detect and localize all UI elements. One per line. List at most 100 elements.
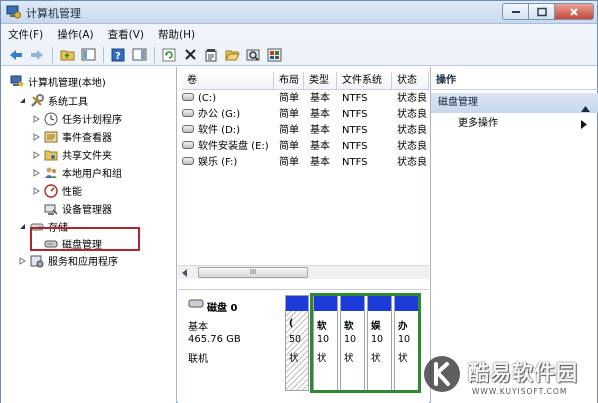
computer-management-window: 计算机管理 文件(F) 操作(A) 查看(V) 帮助(H) ? 计算机管理(本地…	[0, 0, 598, 403]
status-cell: 状态良	[397, 109, 427, 120]
expand-arrow-icon[interactable]	[32, 114, 41, 123]
collapse-arrow-icon[interactable]	[18, 222, 27, 231]
filesystem-cell: NTFS	[342, 125, 368, 136]
watermark-logo: 酷易软件园 WWW.KUYISOFT.COM	[420, 353, 595, 403]
shared-folder-icon	[44, 148, 58, 162]
toolbar-divider	[154, 46, 155, 63]
show-hide-tree-icon[interactable]	[79, 46, 97, 64]
layout-cell: 简单	[279, 141, 299, 152]
more-actions-item[interactable]: 更多操作	[458, 117, 498, 131]
partition-size: 50	[289, 334, 302, 345]
title-bar: 计算机管理	[1, 1, 597, 24]
menu-file[interactable]: 文件(F)	[8, 27, 43, 42]
actions-section-disk-management[interactable]: 磁盘管理	[431, 93, 598, 113]
properties-icon[interactable]	[202, 46, 220, 64]
settings-icon[interactable]	[265, 46, 283, 64]
navigation-tree: 计算机管理(本地) 系统工具 任务计划程序 事件查看器 共享文件夹 本地用户和组…	[1, 67, 177, 403]
up-folder-icon[interactable]	[58, 46, 76, 64]
tree-item-shared-folders[interactable]: 共享文件夹	[32, 146, 112, 163]
column-header-volume[interactable]: 卷	[182, 72, 274, 90]
refresh-icon[interactable]	[160, 46, 178, 64]
disk-info[interactable]: 磁盘 0 基本 465.76 GB 联机	[183, 296, 283, 396]
tree-label: 服务和应用程序	[48, 257, 118, 268]
type-cell: 基本	[310, 109, 330, 120]
tree-item-system-tools[interactable]: 系统工具	[18, 92, 88, 109]
column-header-type[interactable]: 类型	[304, 72, 337, 90]
volume-cell: 软件 (D:)	[182, 123, 274, 139]
extended-partition-outline	[310, 293, 421, 393]
menu-action[interactable]: 操作(A)	[57, 27, 93, 42]
tree-item-computer-management[interactable]: 计算机管理(本地)	[10, 73, 106, 90]
tree-label: 设备管理器	[62, 205, 112, 216]
volume-cell: 娱乐 (F:)	[182, 155, 274, 171]
disk-map-area: 磁盘 0 基本 465.76 GB 联机 ( 50 状 软 10 状 软 10 …	[178, 289, 429, 403]
expand-arrow-icon[interactable]	[32, 132, 41, 141]
disk-status: 联机	[188, 354, 208, 365]
filesystem-cell: NTFS	[342, 109, 368, 120]
computer-management-icon	[6, 5, 21, 19]
collapse-up-icon[interactable]	[581, 100, 590, 120]
clock-icon	[44, 112, 58, 126]
status-cell: 状态良	[397, 157, 427, 168]
partition-label: (	[289, 318, 294, 329]
svg-text:?: ?	[115, 51, 121, 62]
search-disk-icon[interactable]	[244, 46, 262, 64]
disk-name: 磁盘 0	[207, 303, 238, 314]
show-hide-action-pane-icon[interactable]	[130, 46, 148, 64]
tree-item-task-scheduler[interactable]: 任务计划程序	[32, 110, 122, 127]
tree-label: 计算机管理(本地)	[28, 78, 106, 89]
back-icon[interactable]	[7, 46, 25, 64]
close-button[interactable]	[554, 3, 594, 20]
minimize-button[interactable]	[502, 3, 528, 20]
tree-label: 本地用户和组	[62, 169, 122, 180]
scroll-left-icon[interactable]	[180, 268, 190, 278]
drive-icon	[182, 93, 194, 101]
open-folder-icon[interactable]	[223, 46, 241, 64]
drive-icon	[182, 141, 194, 149]
watermark-text: 酷易软件园	[468, 361, 578, 385]
submenu-arrow-icon[interactable]	[581, 120, 587, 132]
table-row[interactable]: (C:) 简单 基本 NTFS 状态良	[178, 91, 429, 107]
expand-arrow-icon[interactable]	[18, 256, 27, 265]
column-header-status[interactable]: 状态	[392, 72, 429, 90]
toolbar-divider	[103, 46, 104, 63]
expand-arrow-icon[interactable]	[32, 168, 41, 177]
column-header-filesystem[interactable]: 文件系统	[337, 72, 392, 90]
tree-item-performance[interactable]: 性能	[32, 182, 82, 199]
toolbar-divider	[52, 46, 53, 63]
drive-icon	[182, 125, 194, 133]
menu-bar: 文件(F) 操作(A) 查看(V) 帮助(H)	[1, 24, 597, 44]
watermark-url: WWW.KUYISOFT.COM	[472, 387, 568, 396]
table-row[interactable]: 娱乐 (F:) 简单 基本 NTFS 状态良	[178, 155, 429, 171]
maximize-button[interactable]	[528, 3, 554, 20]
tree-item-local-users[interactable]: 本地用户和组	[32, 164, 122, 181]
forward-icon[interactable]	[28, 46, 46, 64]
help-icon[interactable]: ?	[109, 46, 127, 64]
volume-list-pane: 卷 布局 类型 文件系统 状态 (C:) 简单 基本 NTFS 状态良 办公 (…	[178, 67, 429, 403]
expand-arrow-icon[interactable]	[32, 186, 41, 195]
layout-cell: 简单	[279, 109, 299, 120]
horizontal-scrollbar[interactable]: III	[178, 265, 429, 279]
layout-cell: 简单	[279, 93, 299, 104]
delete-icon[interactable]	[181, 46, 199, 64]
type-cell: 基本	[310, 93, 330, 104]
table-row[interactable]: 办公 (G:) 简单 基本 NTFS 状态良	[178, 107, 429, 123]
table-row[interactable]: 软件安装盘 (E:) 简单 基本 NTFS 状态良	[178, 139, 429, 155]
tree-item-event-viewer[interactable]: 事件查看器	[32, 128, 112, 145]
collapse-arrow-icon[interactable]	[18, 96, 27, 105]
partition-c[interactable]: ( 50 状	[285, 295, 309, 391]
tree-item-services-applications[interactable]: 服务和应用程序	[18, 252, 118, 269]
table-row[interactable]: 软件 (D:) 简单 基本 NTFS 状态良	[178, 123, 429, 139]
volume-cell: (C:)	[182, 91, 274, 107]
expand-arrow-icon[interactable]	[32, 150, 41, 159]
scrollbar-thumb[interactable]: III	[198, 267, 308, 278]
status-cell: 状态良	[397, 141, 427, 152]
menu-view[interactable]: 查看(V)	[108, 27, 144, 42]
status-cell: 状态良	[397, 125, 427, 136]
tree-item-device-manager[interactable]: 设备管理器	[44, 200, 112, 217]
device-manager-icon	[44, 202, 58, 216]
partition-band	[286, 296, 308, 311]
menu-help[interactable]: 帮助(H)	[158, 27, 195, 42]
column-header-layout[interactable]: 布局	[274, 72, 304, 90]
type-cell: 基本	[310, 141, 330, 152]
